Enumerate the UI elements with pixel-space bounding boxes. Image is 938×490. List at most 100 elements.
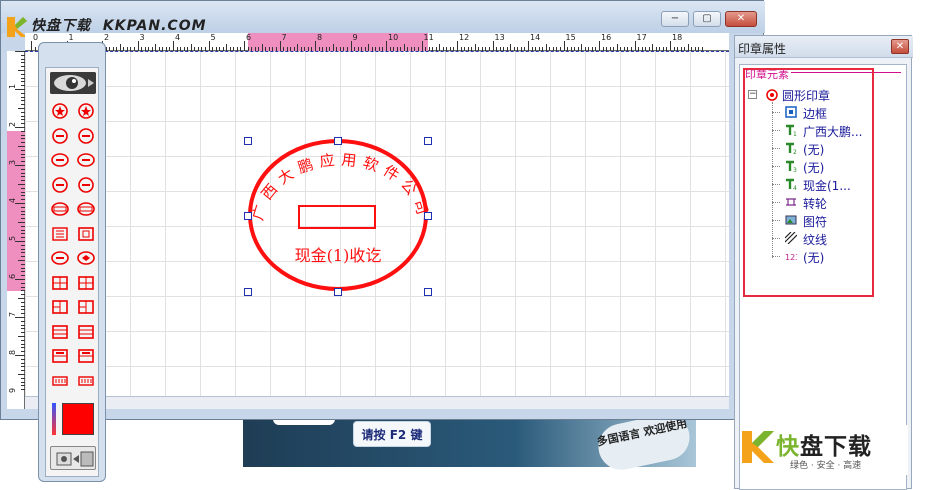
ruler-minor-tick — [18, 374, 25, 375]
ruler-number: 6 — [246, 33, 252, 42]
ruler-major-tick — [670, 41, 671, 51]
stamp-shape-icon — [52, 226, 68, 241]
ruler-minor-tick — [15, 127, 25, 128]
shape-tool-button[interactable] — [76, 347, 96, 365]
ruler-number: 13 — [494, 33, 505, 42]
resize-handle-t[interactable] — [334, 137, 342, 145]
kkpan-k-icon — [742, 431, 774, 463]
stamp-shape-icon — [52, 103, 68, 119]
properties-title-bar[interactable]: 印章属性 ✕ — [735, 36, 913, 58]
ruler-number: 9 — [8, 387, 18, 394]
resize-handle-tl[interactable] — [244, 137, 252, 145]
shape-tool-button[interactable] — [50, 151, 70, 169]
toolbox-body — [45, 67, 99, 477]
shape-tool-button[interactable] — [50, 347, 70, 365]
ruler-major-tick — [315, 41, 316, 51]
stamp-shape-icon — [51, 202, 69, 216]
stamp-shape-icon — [77, 202, 95, 216]
shape-tool-button[interactable] — [50, 323, 70, 341]
ruler-number: 12 — [459, 33, 470, 42]
ruler-number: 18 — [672, 33, 683, 42]
ruler-number: 9 — [352, 33, 358, 42]
shape-tool-button[interactable] — [76, 323, 96, 341]
shape-tool-button[interactable] — [50, 102, 70, 120]
logo-name-part2: 盘下载 — [800, 434, 872, 460]
stamp-shape-icon — [52, 324, 68, 339]
horizontal-scrollbar[interactable] — [25, 396, 729, 409]
stamp-shape-icon — [78, 324, 94, 339]
color-gradient-bar[interactable] — [52, 403, 56, 435]
eye-view-button[interactable] — [50, 72, 96, 94]
stamp-shape-icon — [52, 275, 68, 290]
ruler-minor-tick — [15, 279, 25, 280]
shape-tool-button[interactable] — [50, 298, 70, 316]
stamp-shape-icon — [51, 153, 69, 167]
stamp-shape-icon — [52, 349, 68, 363]
tool-settings-button[interactable] — [50, 446, 96, 470]
resize-handle-l[interactable] — [244, 212, 252, 220]
ruler-minor-tick — [581, 44, 583, 51]
shape-tool-button[interactable] — [76, 127, 96, 145]
stamp-preview[interactable]: 广西大鹏应用软件公司 现金(1)收讫 — [241, 133, 441, 303]
ruler-major-tick — [599, 41, 600, 51]
shape-tool-button[interactable] — [76, 176, 96, 194]
logo-name-part1: 快 — [776, 434, 800, 460]
ruler-minor-tick — [18, 70, 25, 71]
stamp-shape-icon — [52, 176, 68, 193]
ruler-minor-tick — [15, 51, 25, 52]
current-color-swatch[interactable] — [62, 403, 94, 435]
ruler-minor-tick — [18, 146, 25, 147]
resize-handle-r[interactable] — [424, 212, 432, 220]
ruler-major-tick — [350, 41, 352, 51]
shape-tool-button[interactable] — [76, 102, 96, 120]
shape-tool-button[interactable] — [76, 200, 96, 218]
ruler-number: 11 — [423, 33, 434, 42]
shape-tool-button[interactable] — [50, 225, 70, 243]
shape-tool-button[interactable] — [76, 225, 96, 243]
resize-handle-bl[interactable] — [244, 288, 252, 296]
ruler-number: 4 — [175, 33, 181, 42]
ruler-minor-tick — [119, 44, 121, 51]
shape-tool-button[interactable] — [50, 249, 70, 267]
ruler-major-tick — [173, 41, 174, 51]
watermark-url: KKPAN.COM — [102, 18, 207, 34]
shape-tool-button[interactable] — [50, 127, 70, 145]
ruler-minor-tick — [15, 355, 25, 356]
shape-tool-button[interactable] — [76, 249, 96, 267]
shape-tool-button[interactable] — [76, 151, 96, 169]
properties-close-button[interactable]: ✕ — [891, 39, 909, 54]
shape-tool-button[interactable] — [50, 200, 70, 218]
ruler-minor-tick — [332, 44, 334, 51]
resize-handle-tr[interactable] — [424, 137, 432, 145]
ruler-minor-tick — [652, 44, 654, 51]
stamp-bottom-text[interactable]: 现金(1)收讫 — [295, 246, 382, 265]
ruler-minor-tick — [18, 108, 25, 109]
maximize-button[interactable]: ▢ — [693, 11, 721, 27]
title-bar[interactable]: 快盘下载 KKPAN.COM − ▢ ✕ — [1, 1, 765, 37]
canvas-top-guide — [25, 51, 729, 52]
ruler-minor-tick — [226, 44, 228, 51]
shape-tool-button[interactable] — [76, 298, 96, 316]
ruler-major-tick — [421, 41, 423, 51]
ruler-number: 15 — [565, 33, 576, 42]
ruler-number: 5 — [210, 33, 216, 42]
ruler-minor-tick — [368, 44, 370, 51]
shape-tool-button[interactable] — [50, 176, 70, 194]
ruler-minor-tick — [439, 44, 441, 51]
shape-tool-button[interactable] — [50, 274, 70, 292]
minimize-button[interactable]: − — [661, 11, 689, 27]
resize-handle-br[interactable] — [424, 288, 432, 296]
stamp-center-box[interactable] — [298, 205, 376, 229]
shape-tool-button[interactable] — [76, 274, 96, 292]
shape-tool-button[interactable] — [50, 372, 70, 390]
ruler-major-tick — [457, 41, 458, 51]
ruler-minor-tick — [15, 317, 25, 318]
resize-handle-b[interactable] — [334, 288, 342, 296]
f2-hint-button[interactable]: 请按 F2 键 — [353, 421, 431, 447]
shape-tool-button[interactable] — [76, 372, 96, 390]
close-button[interactable]: ✕ — [725, 11, 757, 27]
ruler-minor-tick — [474, 44, 476, 51]
toolbox-panel — [38, 42, 106, 482]
ruler-number: 16 — [601, 33, 612, 42]
eye-icon — [50, 72, 96, 94]
